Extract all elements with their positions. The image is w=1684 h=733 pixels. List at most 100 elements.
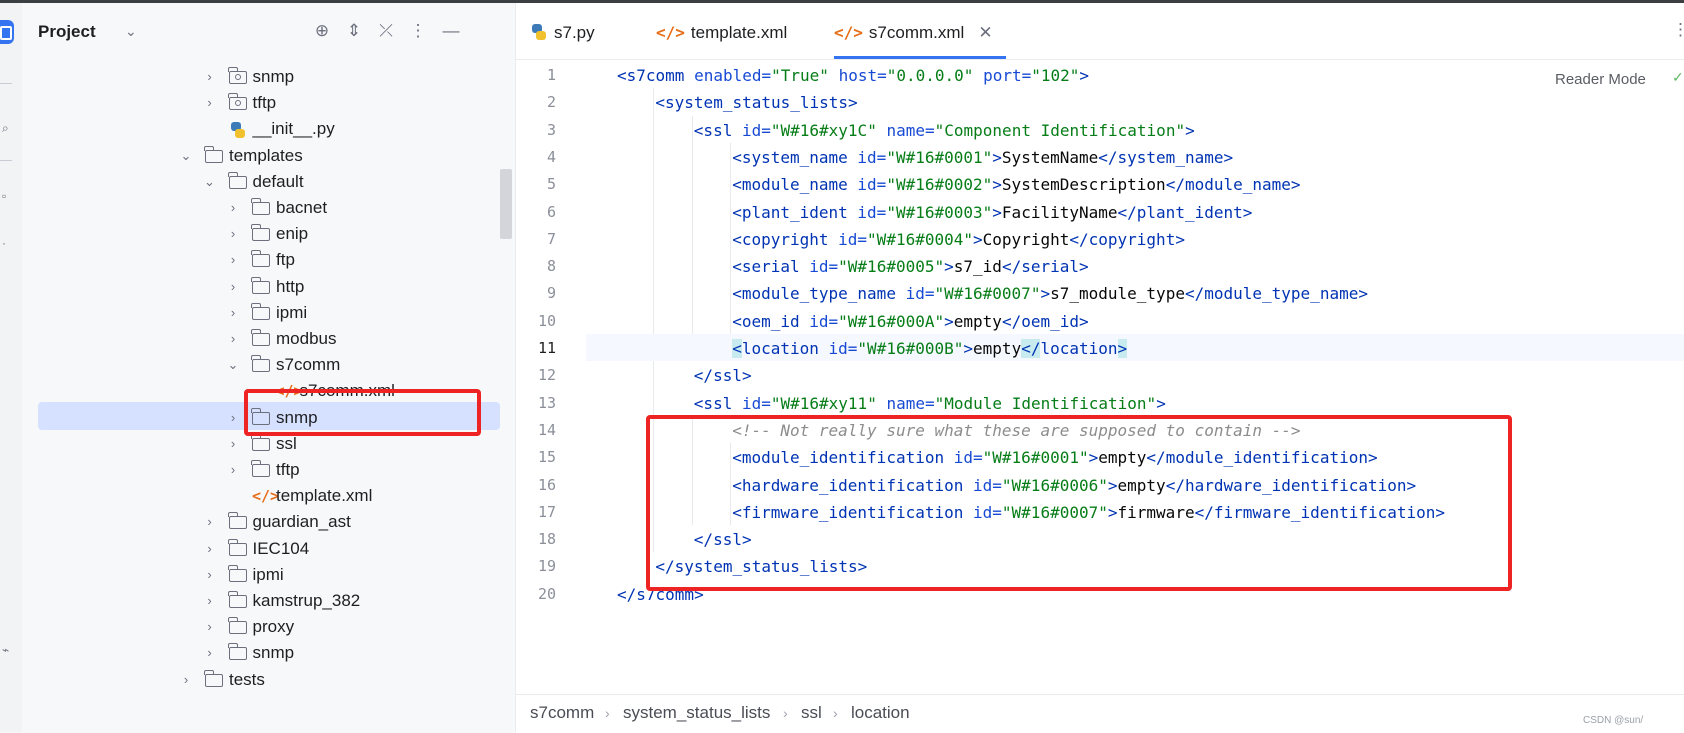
code-token: "W#16#0002" xyxy=(886,175,993,195)
structure-icon[interactable]: ▫ xyxy=(2,189,6,203)
tree-item-tests[interactable]: › tests xyxy=(22,666,515,694)
line-number: 16 xyxy=(537,475,556,494)
chevron-down-icon[interactable]: ⌄ xyxy=(178,142,194,170)
tree-item-http[interactable]: › http xyxy=(22,273,515,301)
code-line: <system_name id="W#16#0001">SystemName</… xyxy=(732,143,1233,172)
tree-item-ipmi[interactable]: › ipmi xyxy=(22,561,515,589)
code-token: </oem_id> xyxy=(1001,311,1089,331)
chevron-right-icon[interactable]: › xyxy=(225,404,241,432)
code-token: <plant_ident xyxy=(732,202,848,222)
chevron-right-icon[interactable]: › xyxy=(225,194,241,222)
python-file-icon xyxy=(230,122,245,139)
code-line: <s7comm enabled="True" host="0.0.0.0" po… xyxy=(617,61,1089,90)
code-line: <ssl id="W#16#xy1C" name="Component Iden… xyxy=(694,116,1195,145)
project-panel-header: Project ⌄ ⊕ ⇕ ⤫ ⋮ — xyxy=(22,3,515,59)
tree-item-proxy[interactable]: › proxy xyxy=(22,613,515,641)
tree-item-label: proxy xyxy=(252,617,295,637)
tree-item-tftp[interactable]: › tftp xyxy=(22,89,515,117)
tree-item-label: tftp xyxy=(276,460,300,479)
code-token: host= xyxy=(828,66,887,85)
chevron-right-icon[interactable]: › xyxy=(225,325,241,353)
tree-item-default[interactable]: ⌄ default xyxy=(22,168,515,196)
close-icon[interactable]: ✕ xyxy=(978,23,992,42)
collapse-all-icon[interactable]: ⤫ xyxy=(375,20,397,42)
tab-s7comm-xml[interactable]: </> s7comm.xml ✕ xyxy=(834,3,1006,59)
chevron-right-icon[interactable]: › xyxy=(202,535,218,563)
chevron-down-icon[interactable]: ⌄ xyxy=(225,351,241,379)
tree-item-s7comm[interactable]: ⌄ s7comm xyxy=(22,351,515,379)
code-token: "Component Identification" xyxy=(934,120,1186,140)
tree-item-snmp[interactable]: › snmp xyxy=(22,63,515,91)
chevron-right-icon[interactable]: › xyxy=(225,430,241,458)
inspection-ok-icon[interactable]: ✓ xyxy=(1672,69,1684,86)
tree-item-label: snmp xyxy=(252,643,295,663)
folder-icon xyxy=(227,643,247,661)
tree-item-label: template.xml xyxy=(276,486,373,506)
tree-item-modbus[interactable]: › modbus xyxy=(22,325,515,353)
watermark: CSDN @sun/ xyxy=(1583,715,1644,726)
tree-item-templates[interactable]: ⌄ templates xyxy=(22,142,515,170)
chevron-right-icon[interactable]: › xyxy=(225,246,241,274)
tree-item-tftp[interactable]: › tftp xyxy=(22,456,515,484)
code-content[interactable]: <s7comm enabled="True" host="0.0.0.0" po… xyxy=(586,61,1684,694)
chevron-down-icon[interactable]: ⌄ xyxy=(202,168,218,196)
line-number: 15 xyxy=(537,448,556,467)
breadcrumb-item[interactable]: s7comm xyxy=(530,695,594,731)
breadcrumb-item[interactable]: location xyxy=(851,695,910,731)
chevron-right-icon[interactable]: › xyxy=(225,456,241,484)
tree-item-label: default xyxy=(252,171,304,191)
line-number: 5 xyxy=(546,175,556,194)
python-icon xyxy=(532,24,546,40)
chevron-right-icon[interactable]: › xyxy=(178,666,194,694)
tree-item-template-xml[interactable]: </> template.xml xyxy=(22,482,515,510)
commit-icon[interactable]: ⌕ xyxy=(2,121,9,136)
more-tools-icon[interactable]: · xyxy=(2,236,6,250)
chevron-right-icon: › xyxy=(605,705,610,721)
tree-item-ipmi[interactable]: › ipmi xyxy=(22,299,515,327)
chevron-right-icon[interactable]: › xyxy=(202,508,218,536)
terminal-icon[interactable]: ⌁ xyxy=(2,643,9,657)
tree-item-iec104[interactable]: › IEC104 xyxy=(22,535,515,563)
project-title[interactable]: Project xyxy=(38,22,96,42)
strip-divider xyxy=(0,83,12,84)
line-number: 6 xyxy=(546,202,556,221)
folder-icon xyxy=(227,538,247,556)
breadcrumb-item[interactable]: ssl xyxy=(801,695,822,731)
hide-panel-icon[interactable]: — xyxy=(440,20,462,42)
tree-item-label: tests xyxy=(229,669,265,689)
tree-scrollbar[interactable] xyxy=(500,169,512,239)
line-number: 8 xyxy=(546,257,556,276)
chevron-right-icon[interactable]: › xyxy=(202,639,218,667)
tree-item--init-py[interactable]: __init__.py xyxy=(22,115,515,143)
folder-icon xyxy=(227,171,247,189)
breadcrumb-item[interactable]: system_status_lists xyxy=(623,695,770,731)
tree-item-guardian-ast[interactable]: › guardian_ast xyxy=(22,508,515,536)
tree-item-snmp[interactable]: › snmp xyxy=(22,639,515,667)
tab-s7-py[interactable]: s7.py xyxy=(530,3,620,59)
chevron-right-icon[interactable]: › xyxy=(202,561,218,589)
tree-item-bacnet[interactable]: › bacnet xyxy=(22,194,515,222)
code-token: "W#16#000B" xyxy=(857,339,964,358)
more-options-icon[interactable]: ⋮ xyxy=(407,20,429,42)
chevron-right-icon[interactable]: › xyxy=(202,63,218,91)
chevron-down-icon[interactable]: ⌄ xyxy=(125,23,137,40)
tab-template-xml[interactable]: </> template.xml xyxy=(656,3,816,59)
reader-mode-button[interactable]: Reader Mode xyxy=(1555,71,1646,88)
locate-file-icon[interactable]: ⊕ xyxy=(311,20,333,42)
tree-item-kamstrup-382[interactable]: › kamstrup_382 xyxy=(22,587,515,615)
editor-tab-bar: s7.py </> template.xml </> s7comm.xml ✕ ⋮ xyxy=(516,3,1684,60)
chevron-right-icon[interactable]: › xyxy=(202,613,218,641)
tree-item-label: __init__.py xyxy=(252,119,335,139)
tree-item-label: enip xyxy=(276,224,309,244)
code-token: id= xyxy=(799,311,839,331)
tree-item-enip[interactable]: › enip xyxy=(22,220,515,248)
chevron-right-icon[interactable]: › xyxy=(225,220,241,248)
chevron-right-icon[interactable]: › xyxy=(202,89,218,117)
tree-item-ftp[interactable]: › ftp xyxy=(22,246,515,274)
expand-all-icon[interactable]: ⇕ xyxy=(343,20,365,42)
chevron-right-icon[interactable]: › xyxy=(225,273,241,301)
chevron-right-icon[interactable]: › xyxy=(225,299,241,327)
chevron-right-icon[interactable]: › xyxy=(202,587,218,615)
more-tabs-icon[interactable]: ⋮ xyxy=(1672,20,1684,40)
project-tool-icon[interactable] xyxy=(0,20,14,44)
